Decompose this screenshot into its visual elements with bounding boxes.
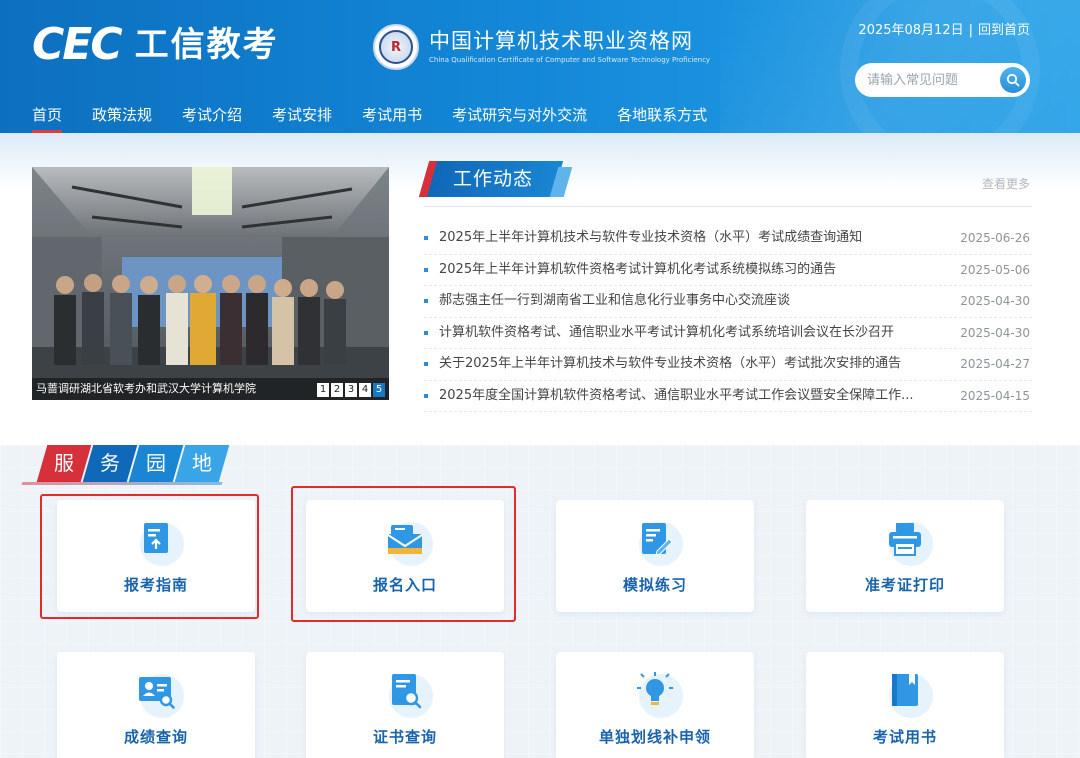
news-item[interactable]: 2025年度全国计算机软件资格考试、通信职业水平考试工作会议暨安全保障工作...… bbox=[424, 381, 1032, 412]
service-card-label: 证书查询 bbox=[372, 728, 437, 746]
site-subtitle: China Qualification Certificate of Compu… bbox=[429, 56, 711, 64]
news-item[interactable]: 关于2025年上半年计算机技术与软件专业技术资格（水平）考试批次安排的通告 202… bbox=[424, 349, 1032, 381]
certificate-search-icon bbox=[392, 674, 422, 709]
site-logo[interactable]: CEC 工信教考 bbox=[32, 22, 279, 68]
logo-cec-text: CEC bbox=[32, 19, 123, 70]
nav-item-exam-schedule[interactable]: 考试安排 bbox=[272, 104, 332, 126]
news-item[interactable]: 郝志强主任一行到湖南省工业和信息化行业事务中心交流座谈 2025-04-30 bbox=[424, 286, 1032, 318]
book-icon bbox=[892, 674, 918, 706]
news-item-title: 关于2025年上半年计算机技术与软件专业技术资格（水平）考试批次安排的通告 bbox=[439, 356, 902, 371]
service-card-label: 成绩查询 bbox=[123, 728, 188, 746]
news-item-date: 2025-04-30 bbox=[960, 294, 1030, 308]
service-card-label: 模拟练习 bbox=[622, 576, 687, 594]
service-title: 服 务 园 地 bbox=[20, 445, 230, 485]
service-card-label: 报名入口 bbox=[372, 576, 437, 594]
mail-envelope-icon bbox=[387, 525, 423, 554]
date-separator: | bbox=[968, 23, 973, 38]
news-item-title: 郝志强主任一行到湖南省工业和信息化行业事务中心交流座谈 bbox=[439, 293, 791, 308]
bullet-icon bbox=[424, 267, 428, 272]
news-item-date: 2025-06-26 bbox=[960, 231, 1030, 245]
news-tab: 工作动态 bbox=[418, 161, 573, 197]
news-list: 2025年上半年计算机技术与软件专业技术资格（水平）考试成绩查询通知 2025-0… bbox=[424, 223, 1032, 412]
news-item[interactable]: 2025年上半年计算机技术与软件专业技术资格（水平）考试成绩查询通知 2025-0… bbox=[424, 223, 1032, 255]
nav-item-policy[interactable]: 政策法规 bbox=[92, 104, 152, 126]
news-header: 工作动态 查看更多 bbox=[418, 161, 1032, 207]
edit-document-icon bbox=[642, 523, 673, 556]
service-title-underline bbox=[21, 482, 223, 485]
document-upload-icon bbox=[144, 523, 168, 553]
service-title-text-3: 园 bbox=[146, 451, 166, 475]
service-card-label: 考试用书 bbox=[872, 728, 937, 746]
slider-page-1[interactable]: 1 bbox=[317, 383, 329, 397]
slider-page-5[interactable]: 5 bbox=[373, 383, 385, 397]
news-item-date: 2025-04-30 bbox=[960, 325, 1030, 340]
main-nav: 首页 政策法规 考试介绍 考试安排 考试用书 考试研究与对外交流 各地联系方式 bbox=[32, 104, 737, 133]
service-card-score-query[interactable]: 成绩查询 bbox=[57, 652, 255, 758]
slider-photo bbox=[32, 167, 389, 400]
bullet-icon bbox=[424, 393, 428, 398]
search-icon bbox=[1006, 73, 1020, 87]
service-card-practice[interactable]: 模拟练习 bbox=[556, 500, 754, 612]
news-item-title: 2025年度全国计算机软件资格考试、通信职业水平考试工作会议暨安全保障工作... bbox=[439, 387, 914, 403]
nav-item-exam-intro[interactable]: 考试介绍 bbox=[182, 104, 242, 126]
news-more-link[interactable]: 查看更多 bbox=[982, 175, 1030, 192]
home-link[interactable]: 回到首页 bbox=[978, 23, 1030, 38]
bullet-icon bbox=[424, 236, 428, 240]
search-button[interactable] bbox=[1000, 67, 1026, 93]
news-panel: 工作动态 查看更多 2025年上半年计算机技术与软件专业技术资格（水平）考试成绩… bbox=[418, 161, 1032, 412]
news-item-title: 2025年上半年计算机软件资格考试计算机化考试系统模拟练习的通告 bbox=[439, 261, 837, 277]
nav-item-exam-books[interactable]: 考试用书 bbox=[362, 104, 422, 126]
emblem-icon: R bbox=[373, 24, 419, 70]
id-card-search-icon bbox=[139, 677, 175, 709]
service-card-exam-guide[interactable]: 报考指南 bbox=[57, 500, 255, 612]
site-name: 中国计算机技术职业资格网 bbox=[429, 29, 693, 53]
logo-brand-text: 工信教考 bbox=[134, 25, 279, 65]
news-item-date: 2025-05-06 bbox=[960, 262, 1030, 277]
lightbulb-icon bbox=[637, 672, 673, 705]
service-card-label: 报考指南 bbox=[123, 576, 188, 594]
bullet-icon bbox=[424, 299, 428, 303]
service-title-char-4: 地 bbox=[174, 445, 230, 482]
search-input[interactable] bbox=[867, 70, 993, 90]
service-card-registration[interactable]: 报名入口 bbox=[306, 500, 504, 612]
bullet-icon bbox=[424, 362, 428, 366]
slider-page-2[interactable]: 2 bbox=[331, 383, 343, 397]
site-header: CEC 工信教考 R 中国计算机技术职业资格网 China Qualificat… bbox=[0, 0, 1080, 133]
news-title: 工作动态 bbox=[453, 168, 534, 190]
news-item[interactable]: 计算机软件资格考试、通信职业水平考试计算机化考试系统培训会议在长沙召开 2025-… bbox=[424, 318, 1032, 349]
service-card-label: 单独划线补申领 bbox=[598, 728, 711, 746]
slider-page-3[interactable]: 3 bbox=[345, 383, 357, 397]
news-item-title: 计算机软件资格考试、通信职业水平考试计算机化考试系统培训会议在长沙召开 bbox=[439, 324, 895, 340]
nav-item-contacts[interactable]: 各地联系方式 bbox=[617, 104, 707, 126]
news-item-title: 2025年上半年计算机技术与软件专业技术资格（水平）考试成绩查询通知 bbox=[439, 230, 863, 245]
slider-page-4[interactable]: 4 bbox=[359, 383, 371, 397]
service-card-exam-books[interactable]: 考试用书 bbox=[806, 652, 1004, 758]
service-card-admission-ticket[interactable]: 准考证打印 bbox=[806, 500, 1004, 612]
service-title-text-4: 地 bbox=[192, 451, 212, 475]
nav-item-home[interactable]: 首页 bbox=[32, 104, 63, 133]
slider-pagination: 1 2 3 4 5 bbox=[317, 383, 385, 397]
photo-slider[interactable]: 马蔷调研湖北省软考办和武汉大学计算机学院 1 2 3 4 5 bbox=[32, 167, 389, 400]
service-title-text-1: 服 bbox=[54, 451, 74, 475]
top-date-bar: 2025年08月12日 | 回到首页 bbox=[858, 22, 1030, 40]
news-item-date: 2025-04-15 bbox=[960, 388, 1030, 403]
service-card-separate-line[interactable]: 单独划线补申领 bbox=[556, 652, 754, 758]
service-title-text-2: 务 bbox=[100, 451, 120, 475]
nav-item-research[interactable]: 考试研究与对外交流 bbox=[452, 104, 587, 126]
emblem-letter: R bbox=[379, 30, 413, 64]
service-card-label: 准考证打印 bbox=[864, 576, 945, 594]
search-box bbox=[855, 63, 1030, 97]
printer-icon bbox=[889, 523, 921, 556]
current-date: 2025年08月12日 bbox=[858, 23, 964, 38]
service-card-certificate-query[interactable]: 证书查询 bbox=[306, 652, 504, 758]
news-item-date: 2025-04-27 bbox=[960, 357, 1030, 371]
news-item[interactable]: 2025年上半年计算机软件资格考试计算机化考试系统模拟练习的通告 2025-05-… bbox=[424, 255, 1032, 286]
bullet-icon bbox=[424, 330, 428, 335]
